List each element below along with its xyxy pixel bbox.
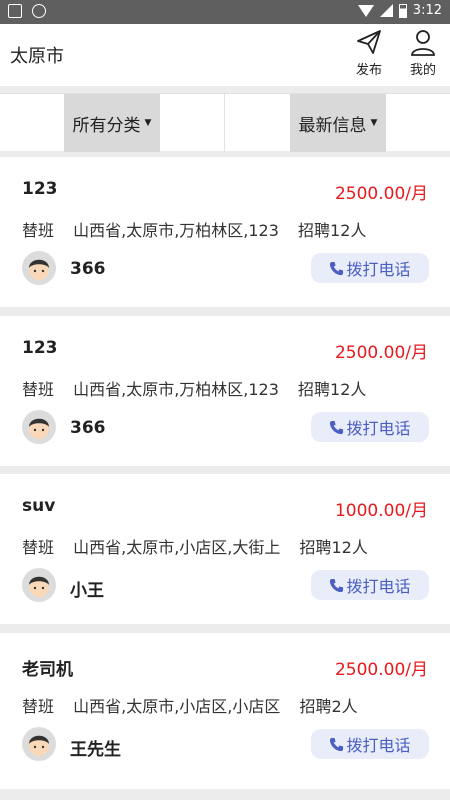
- job-location: 山西省,太原市,小店区,大街上: [73, 538, 281, 557]
- call-button[interactable]: 拨打电话: [311, 253, 429, 283]
- job-card[interactable]: 123 2500.00/月 替班 山西省,太原市,万柏林区,123 招聘12人 …: [0, 157, 450, 307]
- job-title: suv: [22, 496, 56, 516]
- image-notification-icon: [8, 4, 22, 18]
- latest-filter[interactable]: 最新信息 ▼: [290, 94, 386, 152]
- phone-icon: [330, 578, 344, 592]
- job-title: 123: [22, 179, 58, 199]
- city-selector[interactable]: 太原市: [10, 42, 64, 68]
- category-filter-label: 所有分类: [72, 115, 141, 136]
- avatar: [22, 727, 56, 761]
- dropdown-arrow-icon: ▼: [370, 118, 378, 128]
- job-hiring: 招聘12人: [299, 538, 368, 557]
- job-hiring: 招聘12人: [298, 380, 367, 399]
- phone-icon: [330, 737, 344, 751]
- job-info: 替班 山西省,太原市,小店区,小店区 招聘2人: [22, 693, 372, 717]
- publish-button[interactable]: 发布: [349, 28, 389, 82]
- job-hiring: 招聘12人: [298, 221, 367, 240]
- job-title: 123: [22, 338, 58, 358]
- job-type: 替班: [22, 221, 55, 240]
- battery-icon: [398, 3, 407, 18]
- job-location: 山西省,太原市,小店区,小店区: [73, 697, 281, 716]
- job-info: 替班 山西省,太原市,小店区,大街上 招聘12人: [22, 534, 382, 558]
- job-location: 山西省,太原市,万柏林区,123: [73, 380, 279, 399]
- latest-filter-label: 最新信息: [298, 115, 367, 136]
- category-filter[interactable]: 所有分类 ▼: [64, 94, 160, 152]
- avatar: [22, 410, 56, 444]
- job-card[interactable]: 123 2500.00/月 替班 山西省,太原市,万柏林区,123 招聘12人 …: [0, 316, 450, 466]
- avatar: [22, 568, 56, 602]
- call-label: 拨打电话: [346, 577, 411, 596]
- job-info: 替班 山西省,太原市,万柏林区,123 招聘12人: [22, 376, 380, 400]
- call-button[interactable]: 拨打电话: [311, 570, 429, 600]
- filter-bar: 所有分类 ▼ 最新信息 ▼: [0, 93, 450, 152]
- poster-name: 小王: [70, 581, 104, 601]
- filter-divider: [224, 94, 225, 152]
- send-icon: [357, 30, 381, 54]
- job-info: 替班 山西省,太原市,万柏林区,123 招聘12人: [22, 217, 380, 241]
- job-hiring: 招聘2人: [299, 697, 358, 716]
- mine-button[interactable]: 我的: [403, 28, 443, 82]
- phone-icon: [330, 420, 344, 434]
- job-type: 替班: [22, 538, 55, 557]
- phone-icon: [330, 261, 344, 275]
- call-label: 拨打电话: [346, 419, 411, 438]
- poster-name: 366: [70, 418, 106, 438]
- job-location: 山西省,太原市,万柏林区,123: [73, 221, 279, 240]
- header: 太原市 发布 我的: [0, 24, 450, 86]
- job-type: 替班: [22, 697, 55, 716]
- poster-name: 王先生: [70, 740, 121, 760]
- call-button[interactable]: 拨打电话: [311, 412, 429, 442]
- poster-name: 366: [70, 259, 106, 279]
- call-label: 拨打电话: [346, 260, 411, 279]
- job-type: 替班: [22, 380, 55, 399]
- avatar: [22, 251, 56, 285]
- job-salary: 2500.00/月: [334, 184, 428, 204]
- job-card[interactable]: suv 1000.00/月 替班 山西省,太原市,小店区,大街上 招聘12人 小…: [0, 474, 450, 624]
- wifi-icon: [357, 4, 374, 17]
- job-salary: 2500.00/月: [334, 343, 428, 363]
- job-title: 老司机: [22, 660, 73, 680]
- dropdown-arrow-icon: ▼: [144, 118, 152, 128]
- job-card[interactable]: 老司机 2500.00/月 替班 山西省,太原市,小店区,小店区 招聘2人 王先…: [0, 633, 450, 789]
- job-salary: 2500.00/月: [334, 660, 428, 680]
- job-salary: 1000.00/月: [334, 501, 428, 521]
- publish-label: 发布: [355, 63, 382, 78]
- user-icon: [411, 30, 435, 56]
- status-time: 3:12: [412, 3, 442, 18]
- app-notification-icon: [32, 4, 46, 18]
- status-bar: 3:12: [0, 0, 450, 24]
- signal-icon: [379, 4, 393, 17]
- mine-label: 我的: [409, 63, 436, 78]
- call-label: 拨打电话: [346, 736, 411, 755]
- call-button[interactable]: 拨打电话: [311, 729, 429, 759]
